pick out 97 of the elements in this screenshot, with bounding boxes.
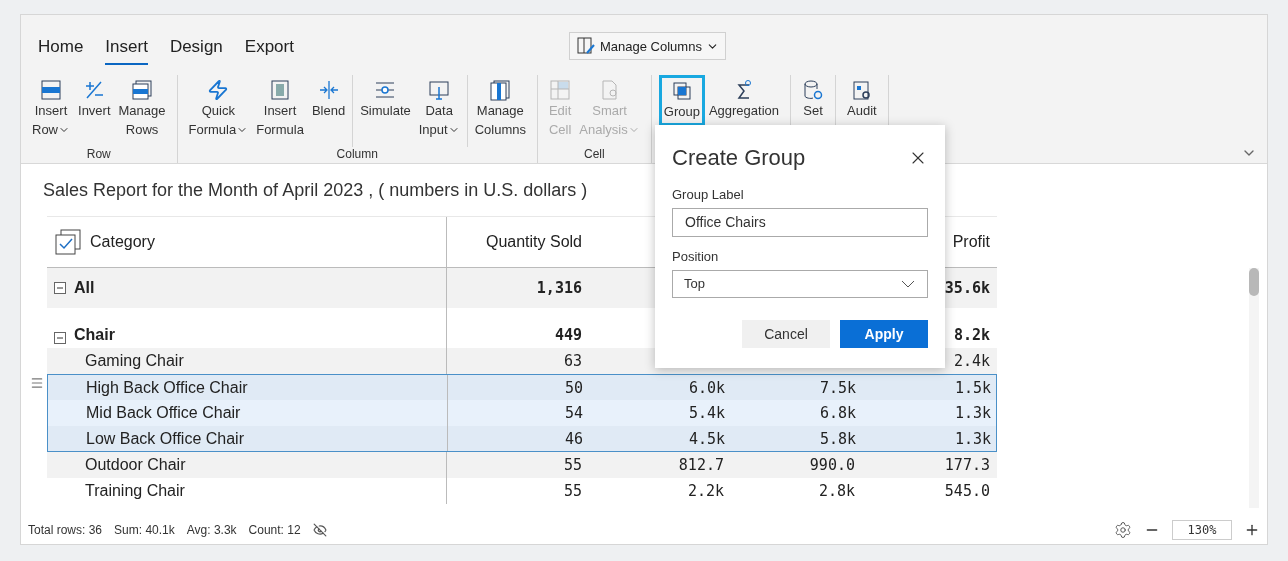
- ribbon-button[interactable]: Insert Row: [28, 75, 74, 143]
- table-cell: 50: [564, 378, 583, 397]
- column-header[interactable]: Quantity Sold: [447, 217, 589, 267]
- dialog-title: Create Group: [672, 145, 806, 171]
- merge-arrows-icon: [317, 79, 340, 101]
- drag-handle-icon[interactable]: [30, 376, 44, 390]
- status-stat: Avg: 3.3k: [186, 523, 237, 537]
- ribbon-tab[interactable]: Export: [244, 37, 294, 65]
- rows-icon: [40, 79, 62, 101]
- columns-icon: [489, 79, 512, 101]
- lightning-icon: [207, 79, 230, 101]
- table-cell: 1,316: [536, 279, 582, 297]
- status-stat: Count: 12: [248, 523, 301, 537]
- ribbon-button[interactable]: Audit: [843, 75, 881, 124]
- table-cell: 35.6k: [944, 279, 990, 297]
- table-cell: 54: [564, 404, 583, 422]
- table-row[interactable]: Outdoor Chair 55 812.7 990.0 177.3: [47, 452, 997, 478]
- ribbon-button[interactable]: Blend: [307, 75, 350, 124]
- table-row[interactable]: Low Back Office Chair 46 4.5k 5.8k 1.3k: [47, 426, 997, 452]
- group-label-field[interactable]: Office Chairs: [672, 208, 928, 237]
- input-box-icon: [428, 79, 451, 101]
- table-cell: 4.5k: [688, 429, 725, 448]
- group-icon: [670, 80, 693, 102]
- ribbon-button[interactable]: Simulate: [356, 75, 415, 124]
- table-cell: 8.2k: [953, 326, 990, 344]
- stacked-rows-icon: [131, 79, 153, 101]
- table-cell: 5.8k: [819, 429, 856, 448]
- table-cell: 177.3: [944, 456, 990, 474]
- row-label: Mid Back Office Chair: [86, 404, 241, 422]
- ribbon-button[interactable]: Manage Columns: [470, 75, 530, 143]
- column-edit-icon: [576, 36, 596, 56]
- table-cell: 63: [563, 352, 582, 370]
- table-cell: 1.5k: [954, 378, 991, 397]
- table-cell: 2.2k: [687, 482, 724, 500]
- group-label: Row: [86, 147, 111, 163]
- position-select[interactable]: Top: [672, 269, 928, 298]
- zoom-in-icon[interactable]: [1244, 522, 1260, 538]
- database-gear-icon: [802, 79, 825, 101]
- row-label: Outdoor Chair: [85, 456, 186, 474]
- table-cell: 812.7: [678, 456, 724, 474]
- ribbon-button[interactable]: Group: [658, 75, 705, 126]
- calculator-icon: [269, 79, 292, 101]
- row-label: Chair: [74, 326, 115, 344]
- dialog-button[interactable]: Cancel: [742, 320, 830, 348]
- row-label: Low Back Office Chair: [86, 429, 244, 448]
- settings-icon[interactable]: [1114, 521, 1132, 539]
- table-row[interactable]: High Back Office Chair 50 6.0k 7.5k 1.5k: [47, 374, 997, 400]
- ribbon-button[interactable]: Set: [798, 75, 829, 124]
- table-cell: 1.3k: [954, 429, 991, 448]
- plus-minus-icon: [83, 79, 106, 101]
- collapse-toggle-icon[interactable]: [54, 282, 66, 294]
- row-label: Training Chair: [85, 482, 185, 500]
- table-cell: 55: [563, 456, 582, 474]
- status-stat: Sum: 40.1k: [114, 523, 175, 537]
- ribbon-button[interactable]: Invert: [74, 75, 115, 124]
- group-label: Cell: [584, 147, 605, 163]
- group-label: Column: [336, 147, 378, 163]
- table-cell: 2.4k: [953, 352, 990, 370]
- row-label: High Back Office Chair: [86, 378, 248, 397]
- ribbon-button[interactable]: Data Input: [414, 75, 464, 143]
- table-cell: 449: [554, 326, 582, 344]
- grid-icon: [549, 79, 572, 101]
- ribbon-button[interactable]: Insert Formula: [252, 75, 308, 143]
- zoom-field[interactable]: 130%: [1172, 520, 1232, 540]
- ribbon-tab[interactable]: Home: [38, 37, 84, 65]
- clipboard-search-icon: [850, 79, 873, 101]
- ribbon-tab[interactable]: Insert: [105, 37, 148, 65]
- column-header[interactable]: Category: [90, 233, 155, 251]
- scrollbar[interactable]: [1249, 268, 1259, 508]
- table-cell: 545.0: [944, 482, 990, 500]
- table-cell: 46: [564, 429, 583, 448]
- ribbon-button[interactable]: Aggregation: [704, 75, 784, 124]
- slider-icon: [374, 79, 397, 101]
- report-title: Sales Report for the Month of April 2023 , ( numbers in U.S. dollars ): [43, 180, 588, 201]
- ribbon-tab[interactable]: Design: [169, 37, 223, 65]
- ribbon-button[interactable]: Manage Rows: [114, 75, 170, 143]
- manage-columns-button[interactable]: Manage Columns: [569, 32, 726, 60]
- row-label: Gaming Chair: [85, 352, 184, 370]
- ribbon-button[interactable]: Quick Formula: [184, 75, 253, 143]
- table-cell: 5.4k: [688, 404, 725, 422]
- field-label: Group Label: [672, 187, 745, 202]
- table-cell: 2.8k: [818, 482, 855, 500]
- row-label: All: [74, 279, 95, 297]
- table-cell: 6.8k: [819, 404, 856, 422]
- status-stat: Total rows: 36: [28, 523, 103, 537]
- table-cell: 1.3k: [954, 404, 991, 422]
- eye-off-icon[interactable]: [312, 523, 327, 537]
- dialog-button[interactable]: Apply: [840, 320, 928, 348]
- table-cell: 6.0k: [688, 378, 725, 397]
- table-cell: 7.5k: [819, 378, 856, 397]
- table-row[interactable]: Mid Back Office Chair 54 5.4k 6.8k 1.3k: [47, 400, 997, 426]
- select-all-icon[interactable]: [54, 228, 82, 256]
- table-cell: 990.0: [809, 456, 855, 474]
- caret-icon: [901, 279, 915, 288]
- table-cell: 55: [563, 482, 582, 500]
- collapse-toggle-icon[interactable]: [54, 332, 66, 344]
- field-label: Position: [672, 248, 720, 264]
